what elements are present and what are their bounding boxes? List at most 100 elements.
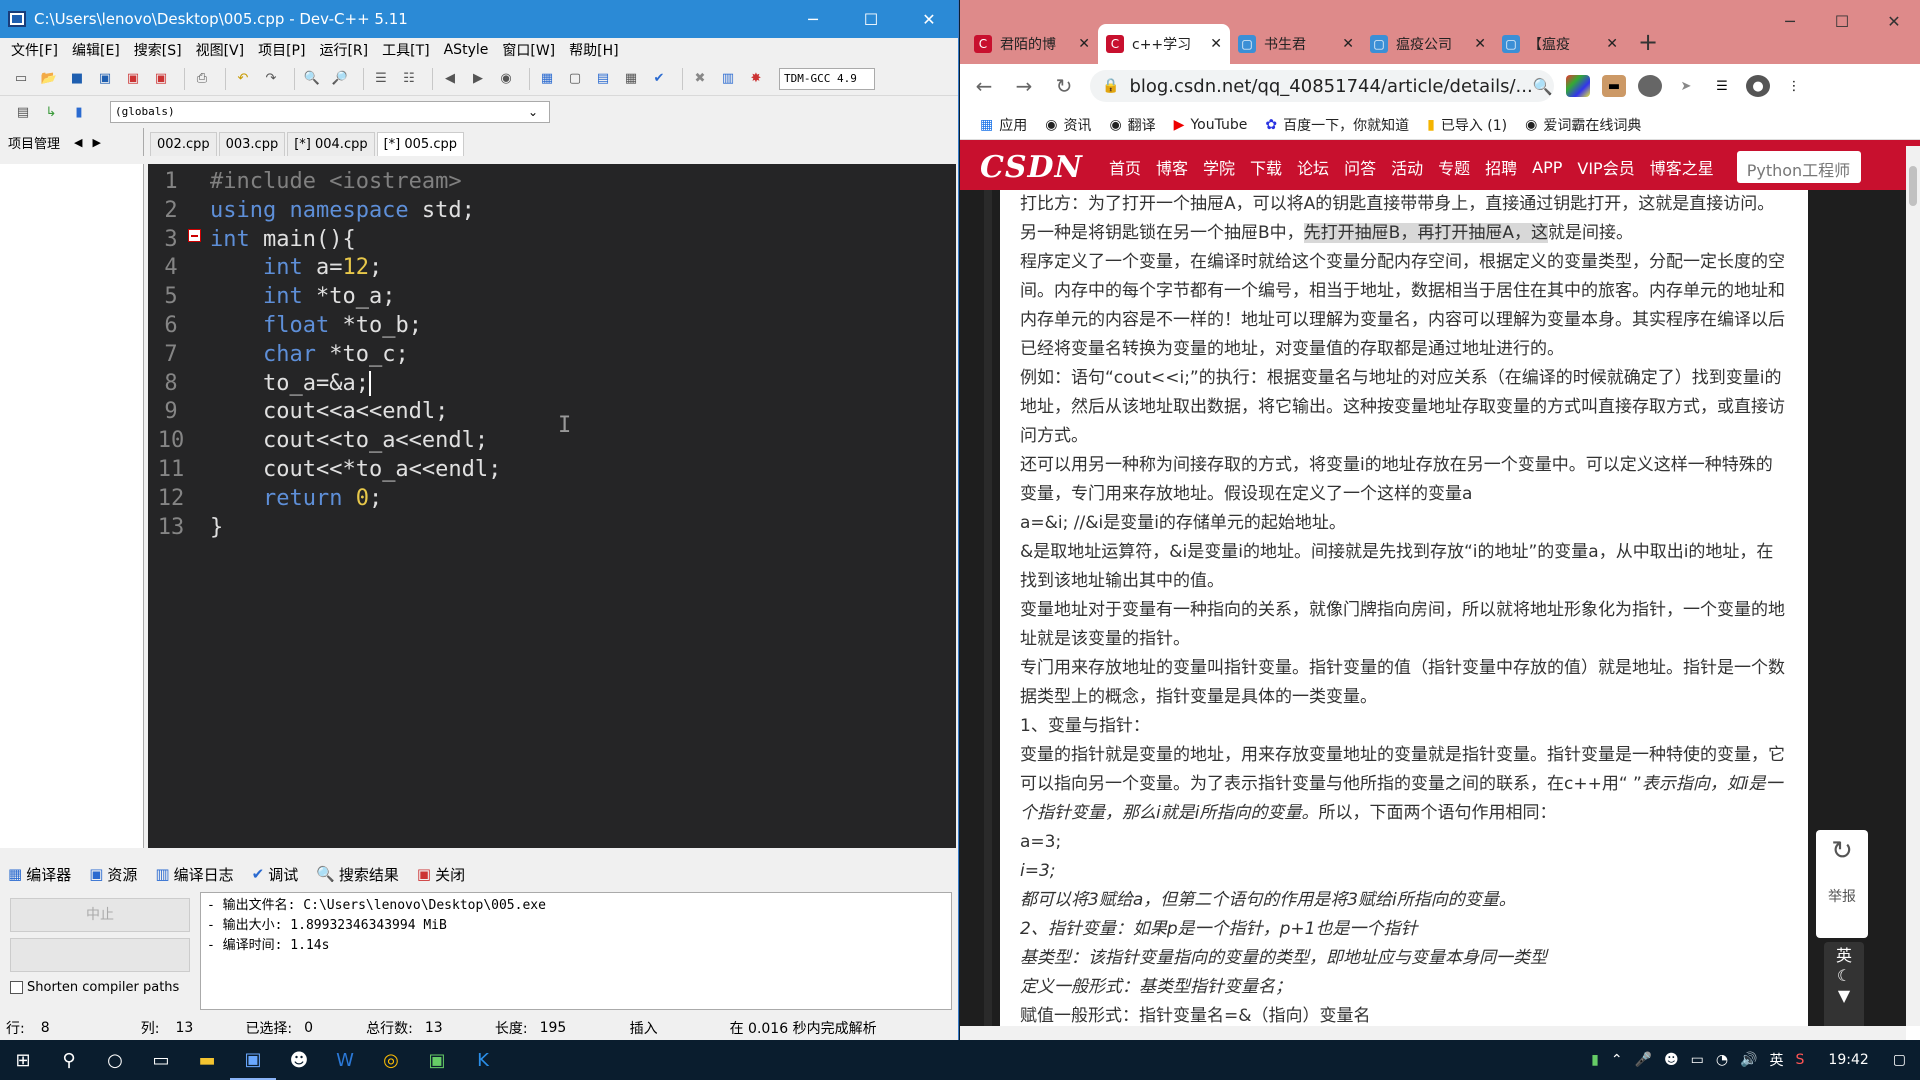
extension-icon[interactable] <box>1638 75 1662 97</box>
menu-view[interactable]: 视图[V] <box>189 40 252 60</box>
project-manager-tab[interactable]: 项目管理 ◀ ▶ <box>0 128 144 156</box>
task-view-icon[interactable]: ▭ <box>138 1040 184 1080</box>
kugou-icon[interactable]: K <box>460 1040 506 1080</box>
browser-tab-active[interactable]: Cc++学习 ✕ <box>1098 24 1230 64</box>
bookmark-baidu[interactable]: ✿ 百度一下，你就知道 <box>1265 115 1409 135</box>
tab-close-icon[interactable]: ✕ <box>1342 36 1354 52</box>
tab-close-icon[interactable]: ✕ <box>1474 36 1486 52</box>
abort-button[interactable]: 中止 <box>10 898 190 932</box>
open-file-icon[interactable]: 📂 <box>38 68 60 90</box>
app-icon[interactable]: ▣ <box>414 1040 460 1080</box>
nav-vip[interactable]: VIP会员 <box>1577 155 1634 179</box>
indent-icon[interactable]: ☰ <box>370 68 392 90</box>
tab-002-cpp[interactable]: 002.cpp <box>150 132 217 156</box>
tab-close[interactable]: ▣ 关闭 <box>417 864 465 885</box>
battery-icon[interactable]: ▮ <box>1591 1052 1599 1068</box>
wifi-icon[interactable]: ◔ <box>1716 1052 1728 1068</box>
nav-events[interactable]: 活动 <box>1391 155 1423 179</box>
forward-icon[interactable]: → <box>1010 74 1038 98</box>
minimize-icon[interactable]: ─ <box>784 0 842 38</box>
replace-icon[interactable]: 🔎 <box>329 68 351 90</box>
run-icon[interactable]: ▢ <box>564 68 586 90</box>
browser-tab[interactable]: ▢ 【瘟疫 ✕ <box>1494 24 1626 64</box>
menu-file[interactable]: 文件[F] <box>4 40 65 60</box>
maximize-icon[interactable]: ☐ <box>842 0 900 38</box>
menu-window[interactable]: 窗口[W] <box>495 40 562 60</box>
close-all-icon[interactable]: ▣ <box>150 68 172 90</box>
extension-icon[interactable]: ▬ <box>1602 75 1626 97</box>
checkbox-box[interactable] <box>10 981 23 994</box>
menu-search[interactable]: 搜索[S] <box>127 40 189 60</box>
globals-select[interactable]: (globals) <box>110 101 550 123</box>
menu-project[interactable]: 项目[P] <box>251 40 312 60</box>
menu-run[interactable]: 运行[R] <box>312 40 375 60</box>
nav-blog[interactable]: 博客 <box>1156 155 1188 179</box>
horizontal-scrollbar[interactable] <box>960 1026 1906 1040</box>
chart-icon[interactable]: ▥ <box>717 68 739 90</box>
browser-tab[interactable]: ▢ 瘟疫公司 ✕ <box>1362 24 1494 64</box>
sogou-icon[interactable]: S <box>1796 1052 1805 1068</box>
menu-help[interactable]: 帮助[H] <box>562 40 625 60</box>
compile-log[interactable]: - 输出文件名: C:\Users\lenovo\Desktop\005.exe… <box>200 892 952 1010</box>
chevron-left-icon[interactable]: ◀ <box>74 136 82 149</box>
qq-icon[interactable]: ☻ <box>276 1040 322 1080</box>
stop-icon[interactable]: ✖ <box>689 68 711 90</box>
ime-indicator[interactable]: 英 <box>1770 1050 1784 1070</box>
cortana-icon[interactable]: ○ <box>92 1040 138 1080</box>
print-icon[interactable]: ⎙ <box>191 68 213 90</box>
toggle-icon[interactable]: ▮ <box>68 101 90 123</box>
minimize-icon[interactable]: ─ <box>1764 6 1816 36</box>
tab-close-icon[interactable]: ✕ <box>1078 36 1090 52</box>
csdn-search-input[interactable]: Python工程师 <box>1736 151 1861 183</box>
search-icon[interactable]: ⚲ <box>46 1040 92 1080</box>
tab-search-results[interactable]: 🔍 搜索结果 <box>316 864 399 885</box>
code-editor[interactable]: 1 2 3 4 5 6 7 8 9 10 11 12 13 #include <… <box>148 164 956 848</box>
menu-tools[interactable]: 工具[T] <box>375 40 436 60</box>
qq-tray-icon[interactable]: ☻ <box>1664 1052 1679 1068</box>
search-icon[interactable]: 🔍 <box>1533 77 1553 96</box>
bookmark-translate[interactable]: ◉ 翻译 <box>1109 115 1155 135</box>
menu-astyle[interactable]: AStyle <box>437 42 496 58</box>
tab-close-icon[interactable]: ✕ <box>1210 36 1222 52</box>
menu-edit[interactable]: 编辑[E] <box>65 40 127 60</box>
extension-icon[interactable] <box>1566 75 1590 97</box>
tab-debug[interactable]: ✔ 调试 <box>252 864 299 885</box>
moon-icon[interactable]: ☾ <box>1824 966 1864 986</box>
back-icon[interactable]: ◀ <box>439 68 461 90</box>
compile-run-icon[interactable]: ▤ <box>592 68 614 90</box>
close-icon[interactable]: ✕ <box>900 0 958 38</box>
address-bar[interactable]: 🔒 blog.csdn.net/qq_40851744/article/deta… <box>1090 70 1581 102</box>
nav-topics[interactable]: 专题 <box>1438 155 1470 179</box>
chevron-up-icon[interactable]: ⌃ <box>1611 1052 1623 1068</box>
tab-resources[interactable]: ▣ 资源 <box>89 864 137 885</box>
windows-start-icon[interactable]: ⊞ <box>0 1040 46 1080</box>
insert-icon[interactable]: ↳ <box>40 101 62 123</box>
clock[interactable]: 19:42 <box>1828 1052 1868 1068</box>
forward-icon[interactable]: ▶ <box>467 68 489 90</box>
media-icon[interactable]: ☰ <box>1710 75 1734 97</box>
chevron-right-icon[interactable]: ▶ <box>92 136 100 149</box>
debug-icon[interactable]: ✸ <box>745 68 767 90</box>
reload-icon[interactable]: ↻ <box>1050 74 1078 98</box>
tab-compiler[interactable]: ▦ 编译器 <box>8 864 71 885</box>
undo-icon[interactable]: ↶ <box>232 68 254 90</box>
devcpp-taskbar-icon[interactable]: ▣ <box>230 1040 276 1080</box>
tab-004-cpp[interactable]: [*] 004.cpp <box>287 132 375 156</box>
compile-icon[interactable]: ▦ <box>536 68 558 90</box>
power-icon[interactable]: ▭ <box>1691 1052 1704 1068</box>
tab-003-cpp[interactable]: 003.cpp <box>218 132 286 156</box>
shorten-paths-checkbox[interactable]: Shorten compiler paths <box>10 980 190 995</box>
nav-forum[interactable]: 论坛 <box>1297 155 1329 179</box>
bookmark-icon[interactable]: ◉ <box>495 68 517 90</box>
back-icon[interactable]: ← <box>970 74 998 98</box>
new-tab-icon[interactable]: + <box>1638 28 1658 56</box>
tab-compile-log[interactable]: ▥ 编译日志 <box>155 864 233 885</box>
class-browser-icon[interactable]: ▤ <box>12 101 34 123</box>
nav-home[interactable]: 首页 <box>1109 155 1141 179</box>
browser-tab[interactable]: C 君陌的博 ✕ <box>966 24 1098 64</box>
browser-tab[interactable]: ▢ 书生君 ✕ <box>1230 24 1362 64</box>
save-icon[interactable]: ■ <box>66 68 88 90</box>
unindent-icon[interactable]: ☷ <box>398 68 420 90</box>
report-button[interactable]: 举报 <box>1816 886 1868 906</box>
ime-floating-bar[interactable]: 英 ☾ ▼ <box>1824 942 1864 1032</box>
